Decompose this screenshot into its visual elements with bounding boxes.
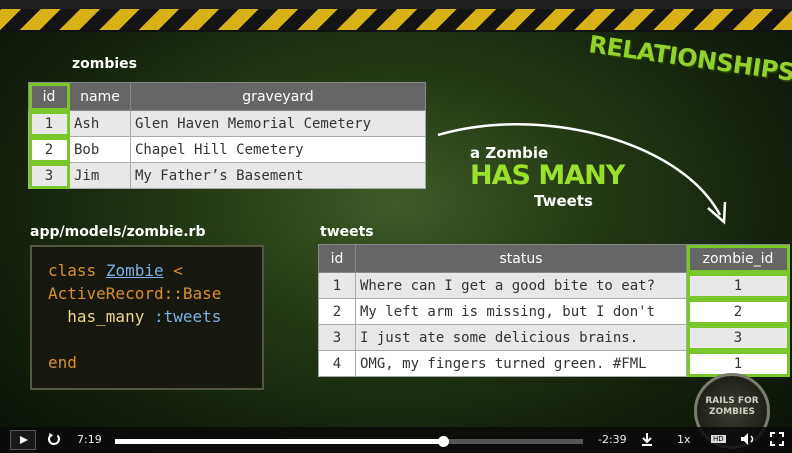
model-file-title: app/models/zombie.rb: [30, 224, 206, 240]
zombies-table-title: zombies: [72, 56, 138, 72]
tweet-id-cell: 2: [318, 298, 356, 325]
table-row: 2 Bob Chapel Hill Cemetery: [28, 136, 426, 163]
tweet-id-cell: 4: [318, 350, 356, 377]
tweets-col-zombie-id: zombie_id: [686, 244, 790, 273]
volume-icon: [741, 433, 754, 445]
zombie-graveyard-cell: My Father’s Basement: [130, 162, 426, 189]
zombie-id-cell: 2: [28, 136, 70, 163]
tweet-id-cell: 1: [318, 272, 356, 299]
code-line-1: class Zombie <: [48, 259, 246, 282]
table-row: 3 Jim My Father’s Basement: [28, 162, 426, 189]
tweets-table: id status zombie_id 1 Where can I get a …: [318, 244, 790, 377]
speed-button[interactable]: 1x: [677, 433, 691, 446]
tweet-zombie-id-cell: 2: [686, 298, 790, 325]
caption-line-2: HAS MANY: [470, 160, 625, 191]
fullscreen-icon: [770, 432, 784, 446]
zombie-name-cell: Jim: [69, 162, 131, 189]
captions-button[interactable]: HD: [711, 435, 726, 443]
zombie-graveyard-cell: Glen Haven Memorial Cemetery: [130, 110, 426, 137]
tweet-zombie-id-cell: 1: [686, 272, 790, 299]
code-class-name: Zombie: [105, 261, 164, 280]
play-icon: [20, 436, 28, 444]
code-keyword: class: [48, 261, 97, 280]
volume-button[interactable]: [740, 432, 756, 449]
caption-line-3: Tweets: [534, 192, 593, 210]
arrow-head: [707, 201, 727, 225]
code-end: end: [48, 353, 77, 372]
relationships-title: RELATIONSHIPS: [587, 30, 792, 87]
zombie-name-cell: Bob: [69, 136, 131, 163]
zombie-id-cell: 3: [28, 162, 70, 189]
video-controls-bar: 7:19 -2:39 1x HD: [0, 427, 792, 453]
tweet-status-cell: OMG, my fingers turned green. #FML: [355, 350, 687, 377]
code-block: class Zombie < ActiveRecord::Base has_ma…: [30, 245, 264, 390]
tweet-status-cell: I just ate some delicious brains.: [355, 324, 687, 351]
replay-button[interactable]: [46, 431, 62, 450]
zombies-col-graveyard: graveyard: [130, 82, 426, 111]
code-symbol: :tweets: [153, 307, 222, 326]
table-row: 4 OMG, my fingers turned green. #FML 1: [318, 350, 790, 377]
zombies-col-name: name: [69, 82, 131, 111]
code-line-5: end: [48, 351, 246, 374]
elapsed-time: 7:19: [77, 433, 102, 446]
tweets-col-status: status: [355, 244, 687, 273]
progress-handle[interactable]: [437, 436, 449, 447]
zombies-col-id: id: [28, 82, 70, 111]
zombie-graveyard-cell: Chapel Hill Cemetery: [130, 136, 426, 163]
tweet-status-cell: Where can I get a good bite to eat?: [355, 272, 687, 299]
video-frame[interactable]: RELATIONSHIPS zombies id name graveyard …: [0, 0, 792, 453]
zombie-id-cell: 1: [28, 110, 70, 137]
replay-icon: [47, 433, 60, 446]
code-method: has_many: [67, 307, 145, 326]
tweet-id-cell: 3: [318, 324, 356, 351]
table-row: 2 My left arm is missing, but I don't 2: [318, 298, 790, 325]
fullscreen-button[interactable]: [770, 432, 784, 449]
hazard-stripe-edge: [0, 0, 792, 9]
table-row: 3 I just ate some delicious brains. 3: [318, 324, 790, 351]
download-icon: [642, 433, 652, 446]
code-line-3: has_many :tweets: [48, 305, 246, 328]
tweet-status-cell: My left arm is missing, but I don't: [355, 298, 687, 325]
table-row: 1 Where can I get a good bite to eat? 1: [318, 272, 790, 299]
tweets-col-id: id: [318, 244, 356, 273]
zombies-table: id name graveyard 1 Ash Glen Haven Memor…: [28, 82, 426, 189]
tweets-table-title: tweets: [320, 224, 374, 240]
progress-fill: [115, 439, 443, 444]
code-operator: <: [173, 261, 183, 280]
tweet-zombie-id-cell: 3: [686, 324, 790, 351]
remaining-time: -2:39: [598, 433, 627, 446]
play-button[interactable]: [10, 430, 36, 450]
download-button[interactable]: [640, 432, 654, 449]
code-line-2: ActiveRecord::Base: [48, 282, 246, 305]
logo-text: RAILS FOR ZOMBIES: [705, 396, 759, 417]
table-row: 1 Ash Glen Haven Memorial Cemetery: [28, 110, 426, 137]
code-base-class: ActiveRecord::Base: [48, 284, 222, 303]
zombie-name-cell: Ash: [69, 110, 131, 137]
